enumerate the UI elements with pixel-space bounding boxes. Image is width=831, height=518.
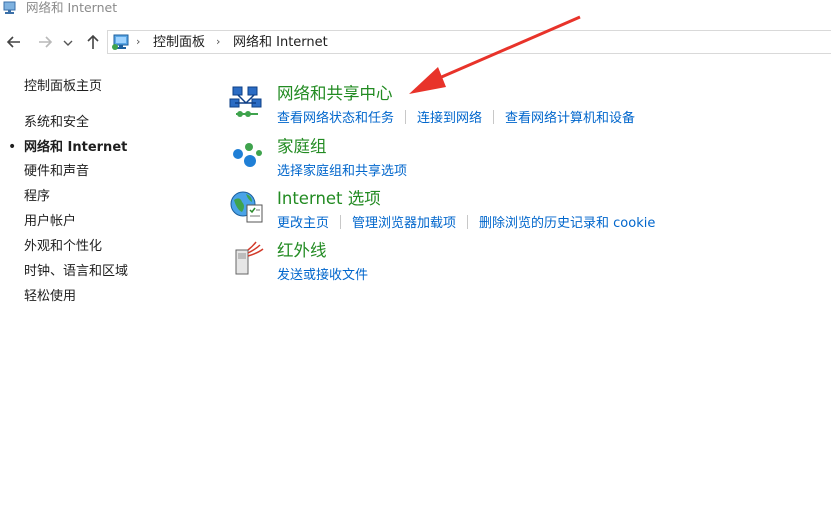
infrared-icon[interactable] bbox=[228, 240, 266, 278]
sidebar-item-ease-of-access[interactable]: 轻松使用 bbox=[24, 288, 76, 306]
category-title[interactable]: 网络和共享中心 bbox=[277, 83, 393, 105]
sidebar-item-control-panel-home[interactable]: 控制面板主页 bbox=[24, 78, 102, 96]
link-connect-to-network[interactable]: 连接到网络 bbox=[417, 111, 482, 126]
link-send-receive-files[interactable]: 发送或接收文件 bbox=[277, 268, 368, 283]
network-window-icon bbox=[2, 1, 18, 15]
control-panel-icon bbox=[111, 33, 131, 51]
breadcrumb-control-panel[interactable]: 控制面板 bbox=[153, 35, 205, 50]
sidebar-item-clock-region[interactable]: 时钟、语言和区域 bbox=[24, 263, 128, 281]
link-divider bbox=[405, 110, 407, 124]
sidebar-item-system-security[interactable]: 系统和安全 bbox=[24, 114, 89, 132]
sidebar-item-appearance[interactable]: 外观和个性化 bbox=[24, 238, 102, 256]
breadcrumb-separator-icon[interactable]: › bbox=[136, 35, 140, 48]
link-divider bbox=[467, 215, 469, 229]
link-change-homepage[interactable]: 更改主页 bbox=[277, 216, 329, 231]
back-arrow-icon[interactable] bbox=[4, 32, 24, 52]
link-manage-addons[interactable]: 管理浏览器加载项 bbox=[352, 216, 456, 231]
window-title: 网络和 Internet bbox=[26, 0, 118, 15]
forward-arrow-icon[interactable] bbox=[35, 32, 55, 52]
network-sharing-center-icon[interactable] bbox=[228, 83, 266, 121]
category-title[interactable]: Internet 选项 bbox=[277, 188, 381, 210]
link-view-network-devices[interactable]: 查看网络计算机和设备 bbox=[505, 111, 635, 126]
internet-options-icon[interactable] bbox=[228, 188, 266, 226]
sidebar-item-hardware-sound[interactable]: 硬件和声音 bbox=[24, 163, 89, 181]
annotation-arrow-icon bbox=[409, 15, 581, 94]
link-delete-browsing-history[interactable]: 删除浏览的历史记录和 cookie bbox=[479, 216, 655, 231]
address-bar[interactable]: › 控制面板 › 网络和 Internet bbox=[107, 30, 831, 54]
breadcrumb-network-internet[interactable]: 网络和 Internet bbox=[233, 35, 328, 50]
category-title[interactable]: 家庭组 bbox=[277, 136, 327, 158]
category-title[interactable]: 红外线 bbox=[277, 240, 327, 262]
link-divider bbox=[340, 215, 342, 229]
link-homegroup-sharing-options[interactable]: 选择家庭组和共享选项 bbox=[277, 164, 407, 179]
breadcrumb-separator-icon[interactable]: › bbox=[216, 35, 220, 48]
recent-locations-chevron-down-icon[interactable] bbox=[61, 32, 75, 52]
link-divider bbox=[493, 110, 495, 124]
up-arrow-icon[interactable] bbox=[83, 32, 103, 52]
current-item-bullet: • bbox=[8, 139, 17, 155]
sidebar-item-user-accounts[interactable]: 用户帐户 bbox=[24, 213, 76, 231]
link-view-network-status[interactable]: 查看网络状态和任务 bbox=[277, 111, 394, 126]
navigation-bar: › 控制面板 › 网络和 Internet bbox=[0, 28, 831, 56]
title-bar: 网络和 Internet bbox=[0, 0, 831, 18]
sidebar-item-network-internet: 网络和 Internet bbox=[24, 140, 128, 155]
sidebar-item-programs[interactable]: 程序 bbox=[24, 188, 50, 206]
homegroup-icon[interactable] bbox=[228, 136, 266, 174]
